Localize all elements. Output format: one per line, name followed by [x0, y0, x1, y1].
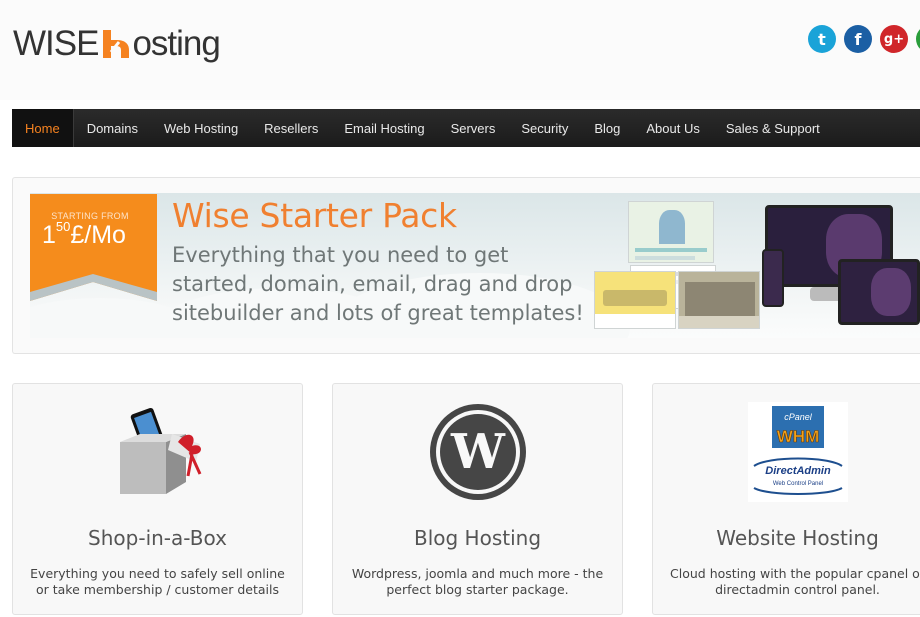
- nav-item-web-hosting[interactable]: Web Hosting: [151, 109, 251, 147]
- facebook-icon[interactable]: f: [844, 25, 872, 53]
- logo-word-osting: osting: [132, 24, 220, 63]
- tablet-mockup: [838, 259, 920, 325]
- nav-item-home[interactable]: Home: [12, 109, 74, 147]
- nav-item-servers[interactable]: Servers: [438, 109, 509, 147]
- banner-text: Everything that you need to get started,…: [172, 243, 584, 325]
- svg-text:Web Control Panel: Web Control Panel: [772, 481, 822, 487]
- svg-text:DirectAdmin: DirectAdmin: [765, 465, 831, 477]
- social-links: t f g+: [808, 25, 920, 53]
- phone-mockup: [762, 249, 784, 307]
- price-main: 1: [42, 221, 56, 249]
- main-nav: Home Domains Web Hosting Resellers Email…: [12, 109, 920, 147]
- logo-h-mark-icon: [101, 28, 131, 60]
- card-title: Website Hosting: [716, 526, 879, 550]
- twitter-icon[interactable]: t: [808, 25, 836, 53]
- cpanel-directadmin-icon: cPanel WHM DirectAdmin Web Control Panel: [747, 402, 848, 502]
- wordpress-icon: W: [428, 402, 528, 502]
- card-description: Wordpress, joomla and much more - the pe…: [351, 566, 604, 597]
- card-shop-in-a-box[interactable]: Shop-in-a-Box Everything you need to saf…: [12, 383, 303, 615]
- price-value: 150£/Mo: [42, 219, 126, 250]
- nav-item-sales-support[interactable]: Sales & Support: [713, 109, 833, 147]
- price-pence: 50: [55, 219, 71, 234]
- nav-item-blog[interactable]: Blog: [581, 109, 633, 147]
- site-header: WISE osting t f g+: [0, 0, 920, 100]
- nav-item-email-hosting[interactable]: Email Hosting: [331, 109, 437, 147]
- template-thumbnail: [628, 201, 714, 263]
- google-plus-icon[interactable]: g+: [880, 25, 908, 53]
- card-description: Cloud hosting with the popular cpanel or…: [670, 566, 920, 597]
- template-thumbnail: [594, 271, 676, 329]
- card-description: Everything you need to safely sell onlin…: [30, 566, 285, 597]
- price-unit: £/Mo: [70, 221, 126, 249]
- card-blog-hosting[interactable]: W Blog Hosting Wordpress, joomla and muc…: [332, 383, 623, 615]
- svg-text:WHM: WHM: [776, 427, 818, 446]
- template-thumbnail: [678, 271, 760, 329]
- card-website-hosting[interactable]: cPanel WHM DirectAdmin Web Control Panel…: [652, 383, 920, 615]
- svg-text:W: W: [450, 424, 506, 480]
- nav-item-about-us[interactable]: About Us: [633, 109, 712, 147]
- nav-item-resellers[interactable]: Resellers: [251, 109, 331, 147]
- nav-item-domains[interactable]: Domains: [74, 109, 151, 147]
- site-logo[interactable]: WISE osting: [13, 22, 221, 66]
- social-extra-icon[interactable]: [916, 25, 920, 53]
- banner-title: Wise Starter Pack: [172, 196, 457, 235]
- card-title: Blog Hosting: [413, 526, 542, 550]
- svg-text:cPanel: cPanel: [784, 412, 813, 422]
- logo-word-wise: WISE: [13, 24, 99, 63]
- card-title: Shop-in-a-Box: [88, 526, 227, 550]
- gift-box-phone-icon: [108, 402, 208, 502]
- nav-item-security[interactable]: Security: [508, 109, 581, 147]
